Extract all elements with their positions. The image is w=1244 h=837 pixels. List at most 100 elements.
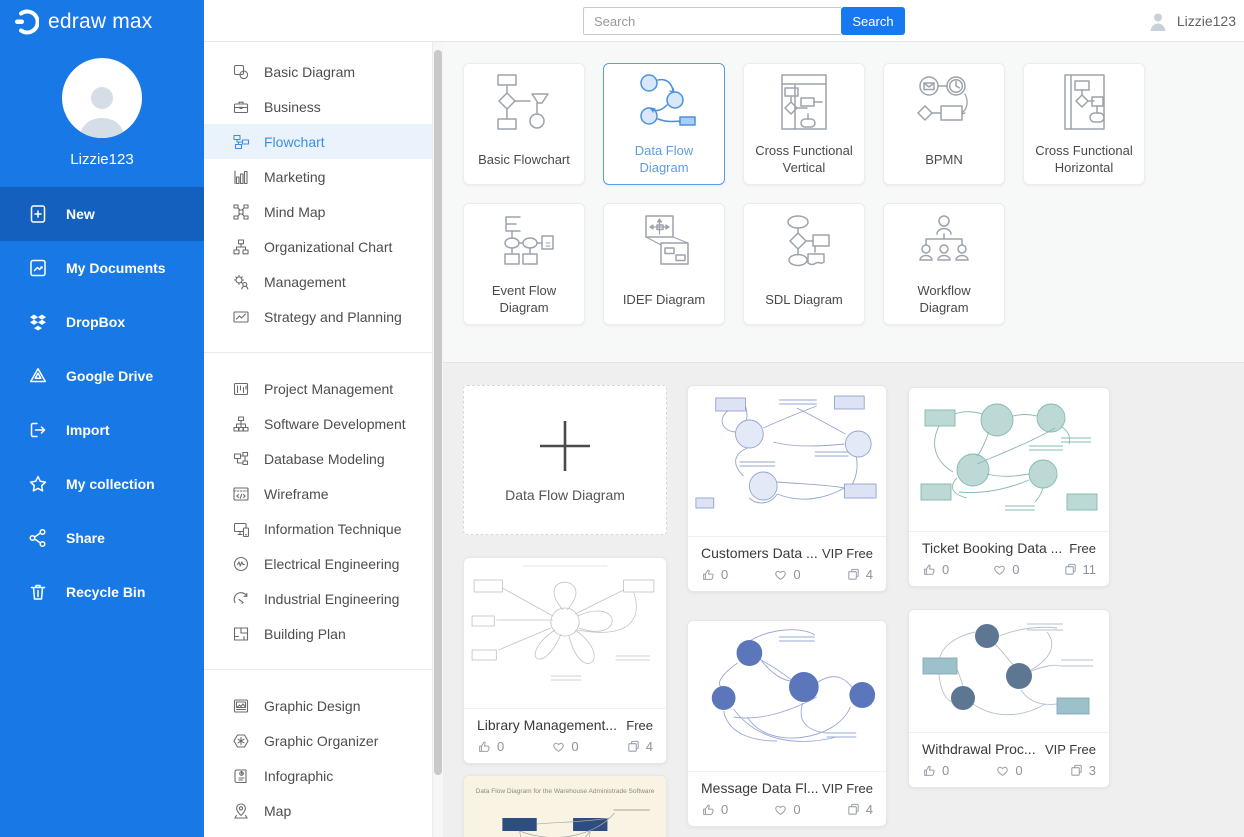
- category-item-organizational-chart[interactable]: Organizational Chart: [204, 229, 432, 264]
- search-input[interactable]: [583, 7, 841, 35]
- like-stat[interactable]: 0: [922, 562, 949, 577]
- workflow-diagram-icon: [884, 204, 1004, 282]
- template-card-workflow-diagram[interactable]: Workflow Diagram: [883, 203, 1005, 325]
- data-flow-diagram-icon: [604, 64, 724, 142]
- template-card-label: Workflow Diagram: [884, 282, 1004, 324]
- category-panel: Basic Diagram Business Flowchart Marketi…: [204, 42, 433, 837]
- template-title: Library Management...: [477, 717, 617, 733]
- category-item-map[interactable]: Map: [204, 793, 432, 828]
- category-item-label: Infographic: [264, 768, 333, 784]
- copy-stat[interactable]: 3: [1069, 763, 1096, 778]
- template-thumbnail: [909, 388, 1109, 532]
- dropbox-icon: [28, 312, 48, 332]
- template-card-basic-flowchart[interactable]: Basic Flowchart: [463, 63, 585, 185]
- import-icon: [28, 420, 48, 440]
- search-button[interactable]: Search: [841, 7, 905, 35]
- gallery-card[interactable]: Customers Data ... VIP Free 0 0 4: [687, 385, 887, 592]
- template-card-idef-diagram[interactable]: IDEF Diagram: [603, 203, 725, 325]
- favorite-stat[interactable]: 0: [992, 562, 1019, 577]
- category-item-software-development[interactable]: Software Development: [204, 406, 432, 441]
- favorite-stat[interactable]: 0: [773, 567, 800, 582]
- template-card-cross-functional-vertical[interactable]: Cross Functional Vertical: [743, 63, 865, 185]
- category-item-industrial-engineering[interactable]: Industrial Engineering: [204, 581, 432, 616]
- gallery-card[interactable]: Library Management... Free 0 0 4: [463, 557, 667, 764]
- category-item-management[interactable]: Management: [204, 264, 432, 299]
- google-drive-icon: [28, 366, 48, 386]
- category-item-graphic-organizer[interactable]: Graphic Organizer: [204, 723, 432, 758]
- template-card-label: Cross Functional Vertical: [744, 142, 864, 184]
- sidebar-item-share[interactable]: Share: [0, 511, 204, 565]
- sidebar-item-my-collection[interactable]: My collection: [0, 457, 204, 511]
- like-stat[interactable]: 0: [477, 739, 504, 754]
- template-thumbnail: Data Flow Diagram for the Warehouse Admi…: [464, 776, 666, 837]
- like-stat[interactable]: 0: [701, 567, 728, 582]
- edraw-logo-icon: [13, 9, 39, 35]
- category-item-information-technique[interactable]: Information Technique: [204, 511, 432, 546]
- category-item-electrical-engineering[interactable]: Electrical Engineering: [204, 546, 432, 581]
- template-card-sdl-diagram[interactable]: SDL Diagram: [743, 203, 865, 325]
- sidebar-item-recycle-bin[interactable]: Recycle Bin: [0, 565, 204, 619]
- category-item-basic-diagram[interactable]: Basic Diagram: [204, 54, 432, 89]
- category-item-business[interactable]: Business: [204, 89, 432, 124]
- new-document-icon: [28, 204, 48, 224]
- app-logo-text: edraw max: [48, 10, 153, 34]
- category-item-wireframe[interactable]: Wireframe: [204, 476, 432, 511]
- like-stat[interactable]: 0: [701, 802, 728, 817]
- category-item-graphic-design[interactable]: Graphic Design: [204, 688, 432, 723]
- favorite-stat[interactable]: 0: [773, 802, 800, 817]
- template-card-data-flow-diagram[interactable]: Data Flow Diagram: [603, 63, 725, 185]
- devices-icon: [232, 520, 250, 538]
- hexagon-star-icon: [232, 732, 250, 750]
- share-icon: [28, 528, 48, 548]
- template-thumbnail: [909, 610, 1109, 733]
- favorite-stat[interactable]: 0: [995, 763, 1022, 778]
- category-item-building-plan[interactable]: Building Plan: [204, 616, 432, 651]
- copy-stat[interactable]: 11: [1063, 562, 1097, 577]
- app-logo[interactable]: edraw max: [0, 0, 204, 35]
- thumbnail-caption: Data Flow Diagram for the Warehouse Admi…: [476, 788, 655, 795]
- category-scrollbar[interactable]: [433, 42, 443, 837]
- flowchart-icon: [232, 133, 250, 151]
- sidebar-item-my-documents[interactable]: My Documents: [0, 241, 204, 295]
- gallery-card[interactable]: Message Data Fl... VIP Free 0 0 4: [687, 620, 887, 827]
- sidebar-item-google-drive[interactable]: Google Drive: [0, 349, 204, 403]
- divider: [204, 352, 432, 353]
- category-item-infographic[interactable]: Infographic: [204, 758, 432, 793]
- category-item-label: Mind Map: [264, 204, 325, 220]
- favorite-stat[interactable]: 0: [551, 739, 578, 754]
- category-item-flowchart[interactable]: Flowchart: [204, 124, 432, 159]
- sidebar-item-new[interactable]: New: [0, 187, 204, 241]
- template-card-label: BPMN: [884, 142, 1004, 184]
- copy-stat[interactable]: 4: [846, 802, 873, 817]
- database-modeling-icon: [232, 450, 250, 468]
- sidebar-item-dropbox[interactable]: DropBox: [0, 295, 204, 349]
- category-item-mind-map[interactable]: Mind Map: [204, 194, 432, 229]
- category-item-strategy-and-planning[interactable]: Strategy and Planning: [204, 299, 432, 334]
- category-item-project-management[interactable]: Project Management: [204, 371, 432, 406]
- sdl-diagram-icon: [744, 204, 864, 282]
- window: { "app": { "logo_text": "edraw max" }, "…: [0, 0, 1244, 837]
- category-item-label: Business: [264, 99, 321, 115]
- new-blank-template-card[interactable]: Data Flow Diagram: [463, 385, 667, 535]
- category-item-marketing[interactable]: Marketing: [204, 159, 432, 194]
- copy-stat[interactable]: 4: [846, 567, 873, 582]
- template-badge: Free: [626, 718, 653, 733]
- event-flow-diagram-icon: [464, 204, 584, 282]
- category-item-label: Organizational Chart: [264, 239, 392, 255]
- user-menu[interactable]: Lizzie123: [1147, 0, 1236, 42]
- template-card-event-flow-diagram[interactable]: Event Flow Diagram: [463, 203, 585, 325]
- gallery-card[interactable]: Data Flow Diagram for the Warehouse Admi…: [463, 775, 667, 837]
- category-item-database-modeling[interactable]: Database Modeling: [204, 441, 432, 476]
- gallery-card[interactable]: Ticket Booking Data ... Free 0 0 11: [908, 387, 1110, 587]
- template-card-label: SDL Diagram: [744, 282, 864, 324]
- scrollbar-thumb[interactable]: [434, 50, 442, 775]
- bpmn-icon: [884, 64, 1004, 142]
- gallery-card[interactable]: Withdrawal Proc... VIP Free 0 0 3: [908, 609, 1110, 788]
- copy-stat[interactable]: 4: [626, 739, 653, 754]
- sidebar-item-import[interactable]: Import: [0, 403, 204, 457]
- like-stat[interactable]: 0: [922, 763, 949, 778]
- avatar[interactable]: [62, 58, 142, 138]
- template-card-cross-functional-horizontal[interactable]: Cross Functional Horizontal: [1023, 63, 1145, 185]
- briefcase-icon: [232, 98, 250, 116]
- template-card-bpmn[interactable]: BPMN: [883, 63, 1005, 185]
